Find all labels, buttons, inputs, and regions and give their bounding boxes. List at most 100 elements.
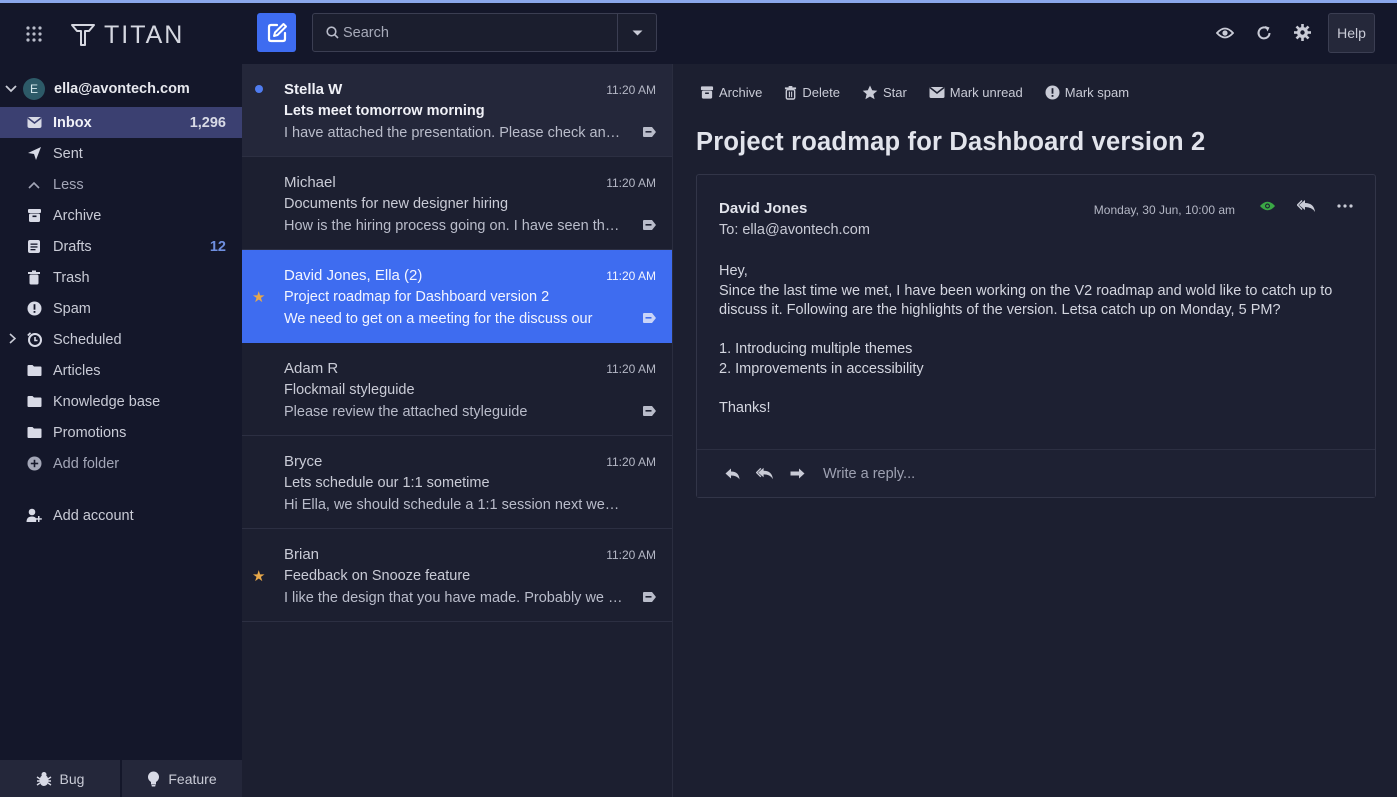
folder-icon [26, 363, 42, 379]
titan-logo: TITAN [70, 20, 184, 50]
forward-icon[interactable] [790, 468, 805, 480]
add-account-label: Add account [53, 507, 134, 524]
feature-request-button[interactable]: Feature [120, 760, 242, 797]
lightbulb-icon [148, 771, 160, 786]
drafts-count: 12 [209, 238, 226, 255]
sidebar-item-label: Knowledge base [53, 393, 161, 410]
search-input[interactable] [339, 14, 617, 51]
compose-icon [267, 22, 287, 42]
mail-time: 11:20 AM [606, 548, 656, 562]
star-label: Star [882, 84, 907, 100]
more-options-icon[interactable] [1337, 204, 1353, 208]
message-actions: Archive Delete Star Mark unread Mark spa… [700, 81, 1129, 103]
delete-button[interactable]: Delete [784, 85, 840, 100]
trash-icon [26, 270, 42, 286]
apps-grid-icon[interactable] [25, 25, 43, 43]
tag-icon[interactable] [642, 126, 657, 138]
delete-label: Delete [802, 84, 840, 100]
list-item[interactable]: ★ David Jones, Ella (2) 11:20 AM Project… [242, 250, 672, 343]
sidebar-item-label: Scheduled [53, 331, 122, 348]
sidebar-item-label: Promotions [53, 424, 127, 441]
list-item[interactable]: Stella W 11:20 AM Lets meet tomorrow mor… [242, 64, 672, 157]
eye-icon [1215, 27, 1234, 38]
sidebar-item-scheduled[interactable]: Scheduled [0, 324, 242, 355]
sidebar-item-knowledge-base[interactable]: Knowledge base [0, 386, 242, 417]
chevron-right-icon[interactable] [9, 332, 17, 347]
mail-sender: David Jones, Ella (2) [284, 267, 423, 284]
mail-subject: Project roadmap for Dashboard version 2 [284, 289, 550, 305]
sidebar-item-label: Drafts [53, 238, 92, 255]
tag-icon[interactable] [642, 312, 657, 324]
body-list-item: 1. Introducing multiple themes [719, 341, 913, 357]
archive-label: Archive [719, 84, 763, 100]
mail-preview: We need to get on a meeting for the disc… [284, 311, 593, 327]
trash-icon [785, 85, 797, 100]
folder-nav: Inbox 1,296 Sent Less Archive Drafts 12 … [0, 107, 242, 479]
search-options-dropdown[interactable] [617, 14, 656, 51]
sidebar-item-label: Sent [53, 145, 83, 162]
mail-preview: Please review the attached styleguide [284, 404, 528, 420]
list-item[interactable]: Bryce 11:20 AM Lets schedule our 1:1 som… [242, 436, 672, 529]
sidebar-item-inbox[interactable]: Inbox 1,296 [0, 107, 242, 138]
search-box [312, 13, 657, 52]
preview-toggle-button[interactable] [1205, 13, 1244, 52]
bug-report-button[interactable]: Bug [0, 760, 120, 797]
star-icon[interactable]: ★ [252, 288, 265, 306]
sidebar-item-promotions[interactable]: Promotions [0, 417, 242, 448]
tag-icon[interactable] [642, 219, 657, 231]
archive-button[interactable]: Archive [700, 85, 762, 100]
reply-input[interactable] [823, 465, 1223, 482]
sidebar-item-drafts[interactable]: Drafts 12 [0, 231, 242, 262]
spam-icon [1045, 85, 1060, 99]
reading-pane: Archive Delete Star Mark unread Mark spa… [673, 64, 1397, 797]
refresh-button[interactable] [1244, 13, 1283, 52]
chevron-up-icon [26, 177, 42, 193]
mail-time: 11:20 AM [606, 83, 656, 97]
mail-sender: Stella W [284, 81, 343, 98]
folder-icon [26, 425, 42, 441]
archive-icon [700, 85, 714, 99]
sidebar-item-spam[interactable]: Spam [0, 293, 242, 324]
titan-logo-icon [71, 24, 95, 46]
tag-icon[interactable] [642, 591, 657, 603]
star-icon[interactable]: ★ [252, 567, 265, 585]
sidebar-item-add-folder[interactable]: Add folder [0, 448, 242, 479]
sidebar-item-archive[interactable]: Archive [0, 200, 242, 231]
list-item[interactable]: Adam R 11:20 AM Flockmail styleguide Ple… [242, 343, 672, 436]
sidebar-item-label: Articles [53, 362, 101, 379]
reply-icon[interactable] [725, 468, 740, 480]
send-icon [26, 146, 42, 162]
sidebar-item-less[interactable]: Less [0, 169, 242, 200]
brand-bar: TITAN [0, 3, 242, 65]
mail-time: 11:20 AM [606, 176, 656, 190]
mark-unread-button[interactable]: Mark unread [929, 85, 1023, 100]
read-receipt-eye-icon[interactable] [1259, 200, 1276, 212]
body-list-item: 2. Improvements in accessibility [719, 360, 924, 377]
account-switcher[interactable]: E ella@avontech.com [0, 75, 242, 103]
drafts-icon [26, 239, 42, 255]
list-item[interactable]: ★ Brian 11:20 AM Feedback on Snooze feat… [242, 529, 672, 622]
reply-all-icon[interactable] [756, 467, 774, 480]
sidebar-item-sent[interactable]: Sent [0, 138, 242, 169]
help-button[interactable]: Help [1328, 12, 1375, 53]
settings-button[interactable] [1283, 13, 1322, 52]
spam-icon [26, 301, 42, 317]
add-account-button[interactable]: Add account [0, 500, 242, 531]
mail-preview: I like the design that you have made. Pr… [284, 590, 626, 606]
mail-time: 11:20 AM [606, 362, 656, 376]
sidebar-item-trash[interactable]: Trash [0, 262, 242, 293]
list-item[interactable]: Michael 11:20 AM Documents for new desig… [242, 157, 672, 250]
message-recipient: To: ella@avontech.com [719, 222, 870, 238]
star-button[interactable]: Star [862, 85, 907, 100]
chevron-down-icon[interactable] [5, 82, 17, 96]
tag-icon[interactable] [642, 405, 657, 417]
mail-sender: Brian [284, 546, 320, 563]
reply-all-icon[interactable] [1297, 199, 1316, 213]
compose-button[interactable] [257, 13, 296, 52]
email-subject-title: Project roadmap for Dashboard version 2 [696, 128, 1206, 156]
mark-spam-button[interactable]: Mark spam [1045, 85, 1129, 100]
sidebar-item-articles[interactable]: Articles [0, 355, 242, 386]
message-card: David Jones To: ella@avontech.com Monday… [696, 174, 1376, 498]
